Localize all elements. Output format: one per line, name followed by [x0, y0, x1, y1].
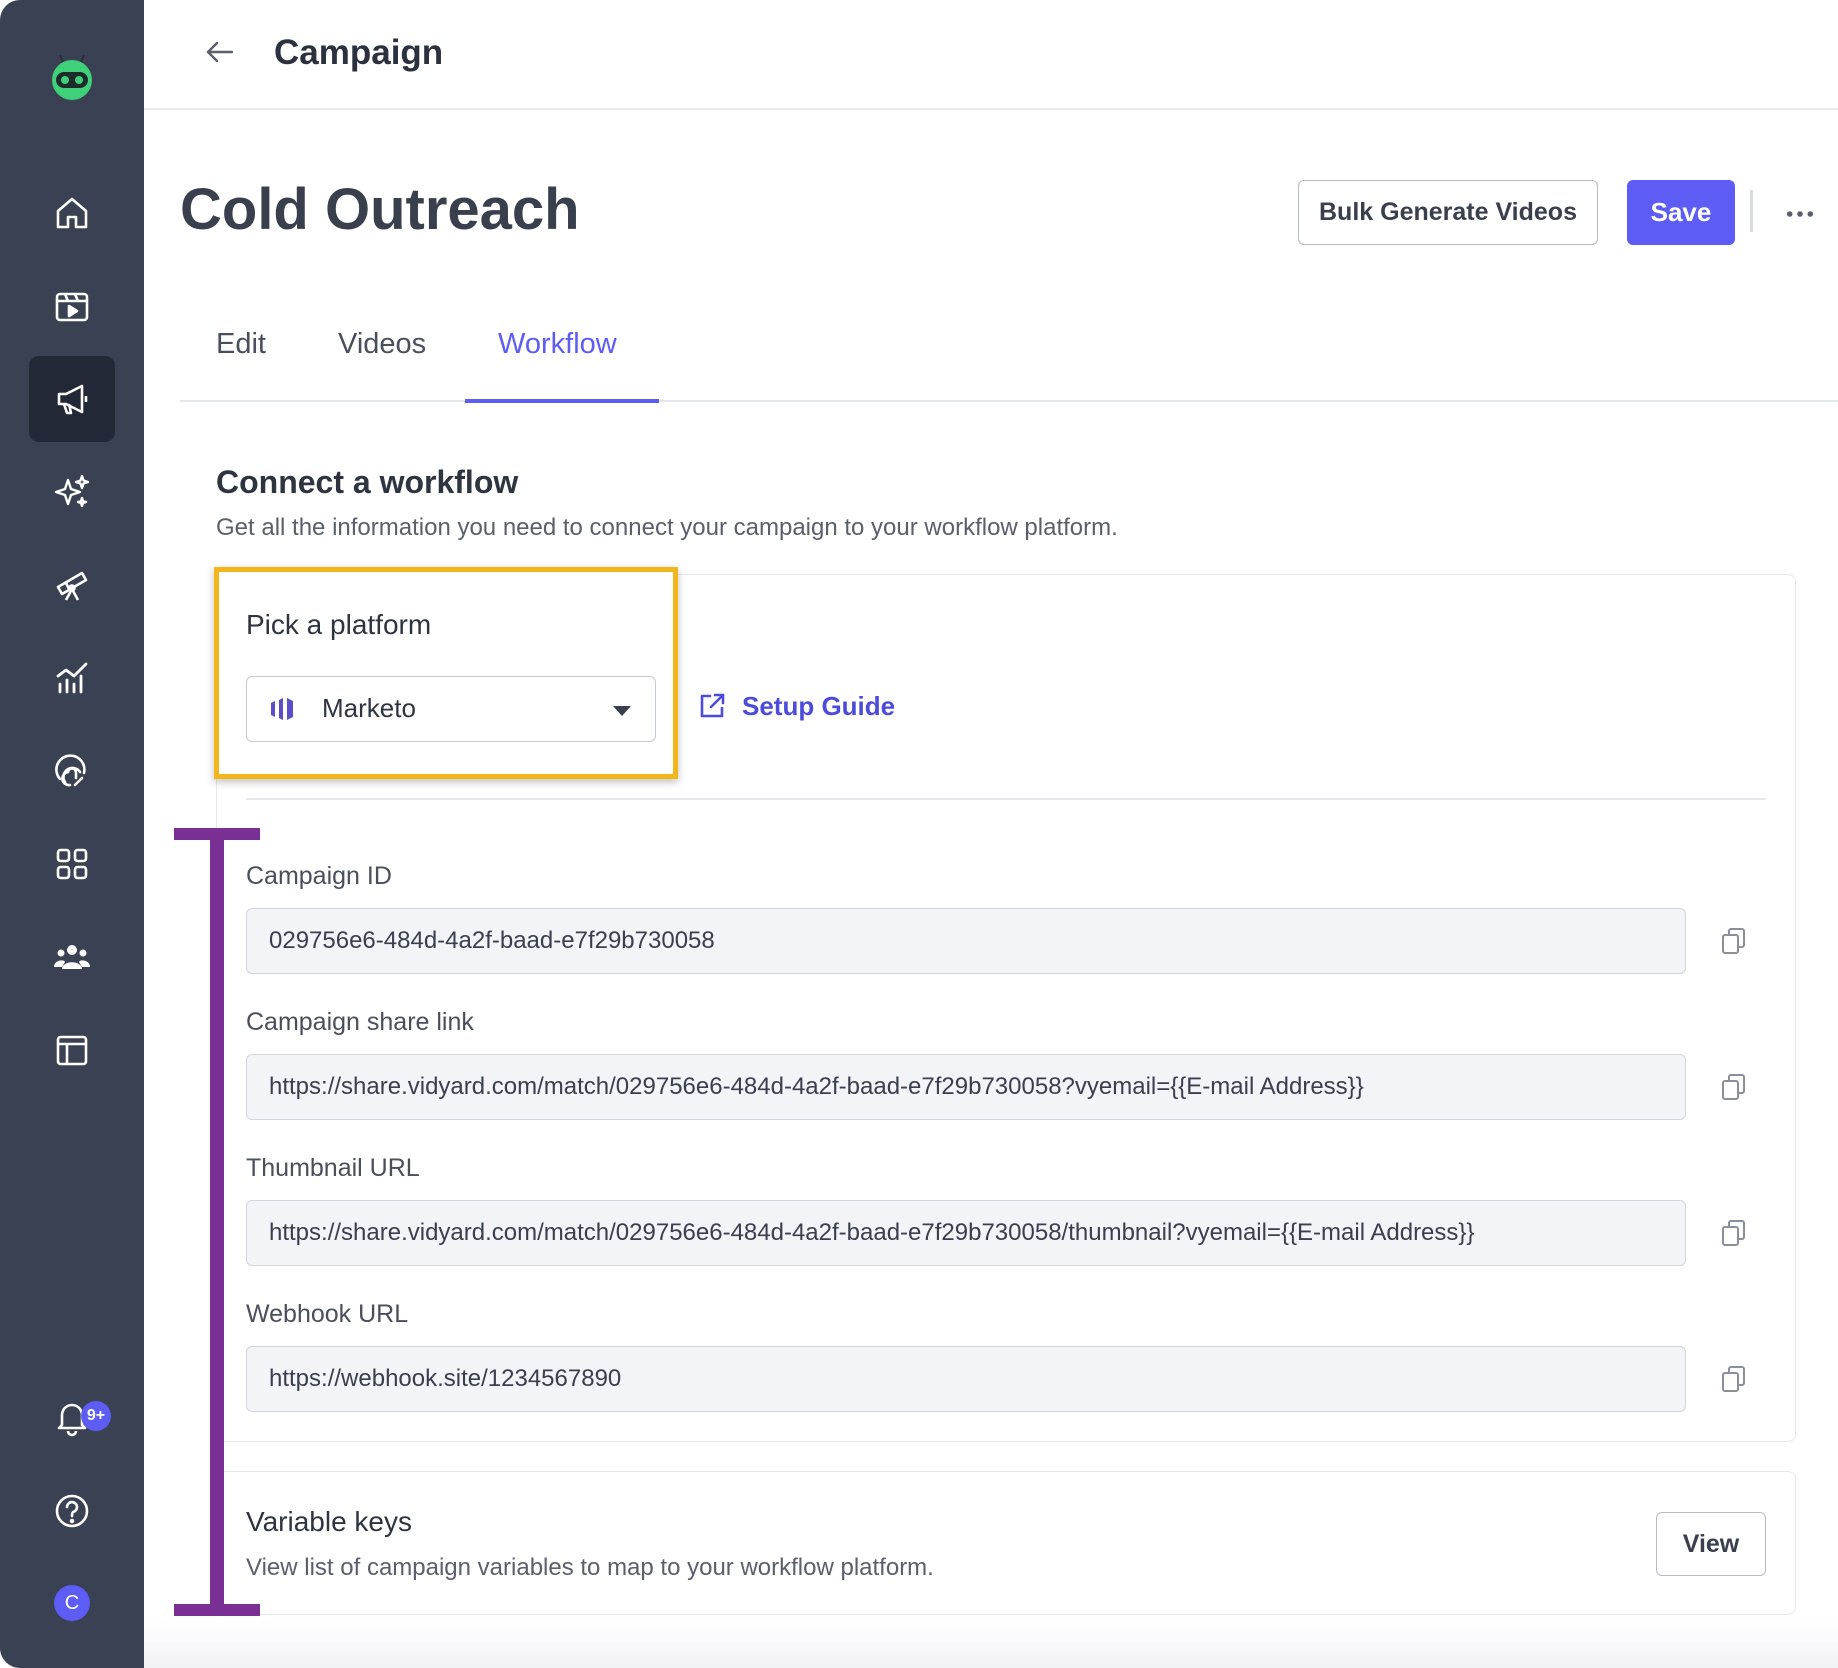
team-icon [54, 945, 90, 969]
platform-select-value: Marketo [322, 693, 416, 723]
sparkles-icon [54, 474, 90, 508]
campaign-id-field[interactable] [246, 908, 1686, 974]
more-options-button[interactable] [1782, 196, 1818, 232]
sidebar-item-insights[interactable] [29, 728, 115, 814]
view-variable-keys-button[interactable]: View [1656, 1512, 1766, 1576]
setup-guide-label: Setup Guide [742, 690, 896, 721]
sidebar-item-team[interactable] [29, 914, 115, 1000]
thumbnail-url-field[interactable] [246, 1200, 1686, 1266]
annotation-bracket-bottom [174, 1604, 260, 1616]
sidebar-item-home[interactable] [29, 170, 115, 256]
section-title: Connect a workflow [216, 464, 519, 500]
variable-keys-subtitle: View list of campaign variables to map t… [246, 1554, 934, 1581]
copy-campaign-id-button[interactable] [1716, 923, 1752, 959]
platform-select[interactable]: Marketo [246, 676, 656, 742]
platform-highlight-box [214, 567, 678, 779]
save-button[interactable]: Save [1627, 180, 1735, 245]
campaign-id-label: Campaign ID [246, 862, 392, 890]
tab-videos[interactable]: Videos [338, 328, 426, 361]
webhook-url-label: Webhook URL [246, 1300, 409, 1328]
more-horizontal-icon [1786, 211, 1814, 217]
card-divider [246, 798, 1766, 800]
annotation-bracket-stem [210, 830, 224, 1610]
sidebar-item-pages[interactable] [29, 1007, 115, 1093]
sidebar-item-analytics[interactable] [29, 635, 115, 721]
copy-webhook-url-button[interactable] [1716, 1361, 1752, 1397]
section-subtitle: Get all the information you need to conn… [216, 514, 1118, 541]
fingerprint-icon [55, 754, 86, 787]
platform-label: Pick a platform [246, 609, 432, 640]
copy-icon [1722, 1074, 1745, 1100]
copy-share-link-button[interactable] [1716, 1069, 1752, 1105]
share-link-label: Campaign share link [246, 1008, 474, 1036]
video-library-icon [55, 292, 89, 322]
megaphone-icon [57, 384, 88, 415]
thumbnail-url-label: Thumbnail URL [246, 1154, 420, 1182]
sidebar: 9+ C [0, 0, 144, 1668]
copy-icon [1722, 1366, 1745, 1392]
back-arrow-icon[interactable] [204, 38, 236, 66]
webhook-url-field[interactable] [246, 1346, 1686, 1412]
tab-edit[interactable]: Edit [216, 328, 266, 361]
tab-workflow[interactable]: Workflow [498, 328, 617, 361]
share-link-field[interactable] [246, 1054, 1686, 1120]
sidebar-item-ai[interactable] [29, 449, 115, 535]
active-tab-indicator [465, 399, 659, 403]
avatar[interactable]: C [54, 1585, 90, 1621]
setup-guide-link[interactable]: Setup Guide [696, 690, 895, 722]
variable-keys-title: Variable keys [246, 1506, 413, 1537]
home-icon [56, 197, 88, 229]
external-link-icon [700, 693, 725, 718]
analytics-icon [56, 662, 88, 694]
bottom-edge [144, 1620, 1838, 1668]
help-icon [55, 1494, 89, 1528]
header-divider [1750, 190, 1753, 232]
sidebar-item-help[interactable] [29, 1468, 115, 1554]
copy-icon [1722, 1220, 1745, 1246]
sidebar-item-discover[interactable] [29, 542, 115, 628]
telescope-icon [56, 571, 88, 601]
notification-badge: 9+ [81, 1401, 111, 1431]
bulk-generate-videos-button[interactable]: Bulk Generate Videos [1298, 180, 1598, 245]
top-bar: Campaign [144, 0, 1838, 110]
marketo-logo-icon [271, 698, 293, 720]
caret-down-icon [613, 706, 631, 716]
apps-grid-icon [56, 848, 88, 880]
sidebar-item-notifications[interactable]: 9+ [29, 1374, 115, 1460]
page-title: Cold Outreach [180, 177, 580, 242]
copy-thumbnail-url-button[interactable] [1716, 1215, 1752, 1251]
tabs-divider [180, 400, 1838, 402]
variable-keys-card [216, 1471, 1796, 1615]
sidebar-item-library[interactable] [29, 263, 115, 349]
sidebar-item-campaigns[interactable] [29, 356, 115, 442]
copy-icon [1722, 928, 1745, 954]
header-title: Campaign [274, 33, 444, 72]
vidyard-logo-icon[interactable] [47, 52, 97, 102]
sidebar-item-integrations[interactable] [29, 821, 115, 907]
layout-icon [56, 1035, 88, 1066]
